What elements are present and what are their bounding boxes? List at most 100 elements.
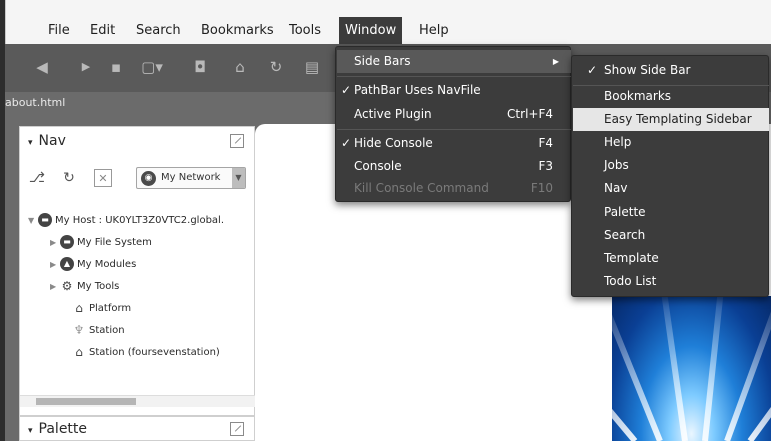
network-select-value: My Network <box>161 172 221 183</box>
file-system-icon: ▬ <box>60 235 74 249</box>
sync-tree-icon[interactable]: ⎇ <box>28 169 46 187</box>
menu-item-console[interactable]: Console F3 <box>337 155 571 178</box>
submenu-item-label: Easy Templating Sidebar <box>604 112 752 126</box>
tree-item-host[interactable]: ▼ ▬ My Host : UK0YLT3Z0VTC2.global. <box>28 211 224 231</box>
nav-panel-title[interactable]: ▾ Nav <box>28 133 66 149</box>
collapse-icon[interactable]: ▾ <box>28 426 33 436</box>
checkmark-icon: ✓ <box>587 63 598 77</box>
tree-label: My File System <box>77 237 152 248</box>
tree-item-station-foursevenstation[interactable]: ⌂ Station (foursevenstation) <box>72 343 220 363</box>
close-tree-icon[interactable]: ✕ <box>94 169 112 187</box>
menu-item-pathbar-uses-navfile[interactable]: ✓ PathBar Uses NavFile <box>337 79 571 102</box>
tree-label: My Modules <box>77 259 137 270</box>
document-icon[interactable]: ▤ <box>301 56 323 78</box>
palette-panel-title[interactable]: ▾ Palette <box>28 421 87 437</box>
submenu-item-template[interactable]: Template <box>573 247 769 270</box>
menu-window[interactable]: Window <box>339 17 403 44</box>
view-menu-icon[interactable]: ▢▾ <box>141 56 163 78</box>
folder-icon[interactable]: ▪ <box>105 56 127 78</box>
globe-icon: ◉ <box>141 171 156 186</box>
submenu-item-jobs[interactable]: Jobs <box>573 154 769 177</box>
tree-label: Station <box>89 325 125 336</box>
palette-title-text: Palette <box>38 421 88 437</box>
expand-icon[interactable]: ▼ <box>28 211 38 231</box>
submenu-item-palette[interactable]: Palette <box>573 201 769 224</box>
platform-icon: ⌂ <box>75 301 83 315</box>
forward-icon[interactable]: ▶ <box>75 56 97 78</box>
collapse-icon[interactable]: ▾ <box>28 138 33 148</box>
refresh-tree-icon[interactable]: ↻ <box>60 169 78 187</box>
expand-icon[interactable]: ▶ <box>50 277 60 297</box>
tree-item-tools[interactable]: ▶ ⚙ My Tools <box>50 277 119 297</box>
menu-item-shortcut: F4 <box>538 136 553 150</box>
submenu-item-todo-list[interactable]: Todo List <box>573 270 769 293</box>
maximize-panel-icon[interactable] <box>230 134 244 148</box>
camera-icon[interactable]: ◘ <box>189 56 211 78</box>
menu-separator <box>337 129 571 130</box>
submenu-item-search[interactable]: Search <box>573 224 769 247</box>
scrollbar-thumb[interactable] <box>36 398 136 405</box>
menu-help[interactable]: Help <box>413 17 455 44</box>
home-icon[interactable]: ⌂ <box>229 56 251 78</box>
tree-item-station[interactable]: ♆ Station <box>72 321 125 341</box>
checkmark-icon: ✓ <box>341 136 352 150</box>
submenu-item-label: Help <box>604 135 632 149</box>
menu-bookmarks[interactable]: Bookmarks <box>195 17 280 44</box>
submenu-item-label: Template <box>604 251 659 265</box>
tree-item-platform[interactable]: ⌂ Platform <box>72 299 131 319</box>
menu-item-active-plugin[interactable]: Active Plugin Ctrl+F4 <box>337 103 571 126</box>
back-icon[interactable]: ◀ <box>31 56 53 78</box>
menu-item-shortcut: Ctrl+F4 <box>507 107 553 121</box>
tree-label: My Tools <box>77 281 120 292</box>
menu-bar: File Edit Search Bookmarks Tools Window … <box>5 0 771 44</box>
menu-item-hide-console[interactable]: ✓ Hide Console F4 <box>337 132 571 155</box>
submenu-item-label: Bookmarks <box>604 89 672 103</box>
nav-panel: ▾ Nav ⎇ ↻ ✕ ◉ My Network ▼ ▼ ▬ My Host : UK… <box>19 126 256 416</box>
expand-icon[interactable]: ▶ <box>50 233 60 253</box>
menu-item-shortcut: F10 <box>530 181 553 195</box>
chevron-down-icon[interactable]: ▼ <box>232 168 245 188</box>
refresh-icon[interactable]: ↻ <box>265 56 287 78</box>
expand-icon[interactable]: ▶ <box>50 255 60 275</box>
menu-item-label: Side Bars <box>354 54 411 68</box>
menu-item-label: Active Plugin <box>354 107 432 121</box>
submenu-item-label: Nav <box>604 181 628 195</box>
submenu-arrow-icon: ▶ <box>552 57 559 66</box>
submenu-item-show-side-bar[interactable]: ✓ Show Side Bar <box>573 59 769 82</box>
menu-file[interactable]: File <box>42 17 76 44</box>
start-page-graphic <box>612 296 771 441</box>
menu-item-side-bars[interactable]: Side Bars ▶ <box>337 50 571 73</box>
sidebars-submenu: ✓ Show Side Bar Bookmarks Easy Templatin… <box>571 55 769 297</box>
path-text[interactable]: about.html <box>5 96 65 109</box>
submenu-item-nav[interactable]: Nav <box>573 177 769 200</box>
menu-separator <box>337 76 571 77</box>
submenu-item-easy-templating-sidebar[interactable]: Easy Templating Sidebar <box>573 108 769 131</box>
submenu-item-label: Todo List <box>604 274 657 288</box>
horizontal-scrollbar[interactable] <box>20 395 256 407</box>
network-select[interactable]: ◉ My Network ▼ <box>136 167 246 189</box>
submenu-item-label: Search <box>604 228 646 242</box>
modules-icon: ▲ <box>60 257 74 271</box>
nav-title-text: Nav <box>38 133 66 149</box>
station-icon: ♆ <box>73 323 85 337</box>
menu-item-kill-console-command: Kill Console Command F10 <box>337 177 571 200</box>
menu-edit[interactable]: Edit <box>84 17 121 44</box>
checkmark-icon: ✓ <box>341 83 352 97</box>
submenu-item-label: Jobs <box>604 158 629 172</box>
menu-tools[interactable]: Tools <box>283 17 327 44</box>
menu-search[interactable]: Search <box>130 17 187 44</box>
submenu-item-help[interactable]: Help <box>573 131 769 154</box>
submenu-item-bookmarks[interactable]: Bookmarks <box>573 85 769 108</box>
palette-panel: ▾ Palette <box>19 416 255 441</box>
menu-item-label: Hide Console <box>354 136 433 150</box>
maximize-panel-icon[interactable] <box>230 422 244 436</box>
menu-item-label: Console <box>354 159 402 173</box>
host-icon: ▬ <box>38 213 52 227</box>
submenu-item-label: Show Side Bar <box>604 63 691 77</box>
tree-item-file-system[interactable]: ▶ ▬ My File System <box>50 233 152 253</box>
window-menu-dropdown: Side Bars ▶ ✓ PathBar Uses NavFile Activ… <box>335 46 571 202</box>
menu-item-label: Kill Console Command <box>354 181 489 195</box>
tree-item-modules[interactable]: ▶ ▲ My Modules <box>50 255 136 275</box>
tree-label: Station (foursevenstation) <box>89 347 220 358</box>
submenu-item-label: Palette <box>604 205 646 219</box>
